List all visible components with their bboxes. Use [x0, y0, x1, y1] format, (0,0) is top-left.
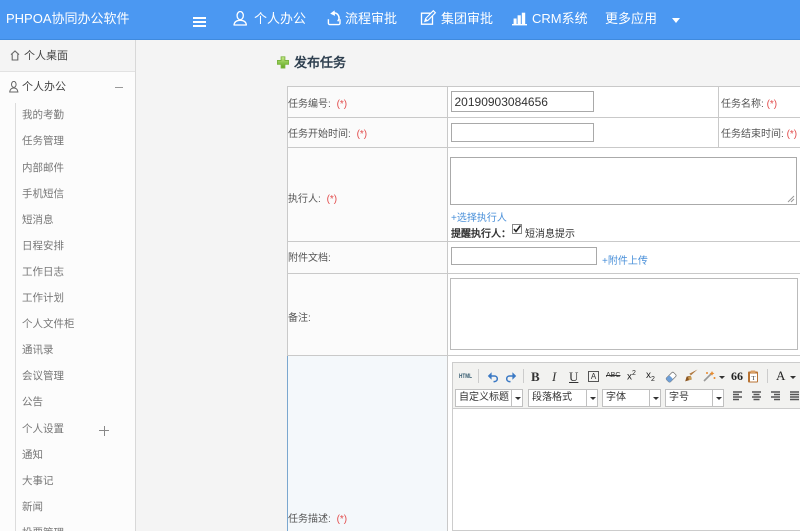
svg-text:T: T — [752, 375, 756, 382]
